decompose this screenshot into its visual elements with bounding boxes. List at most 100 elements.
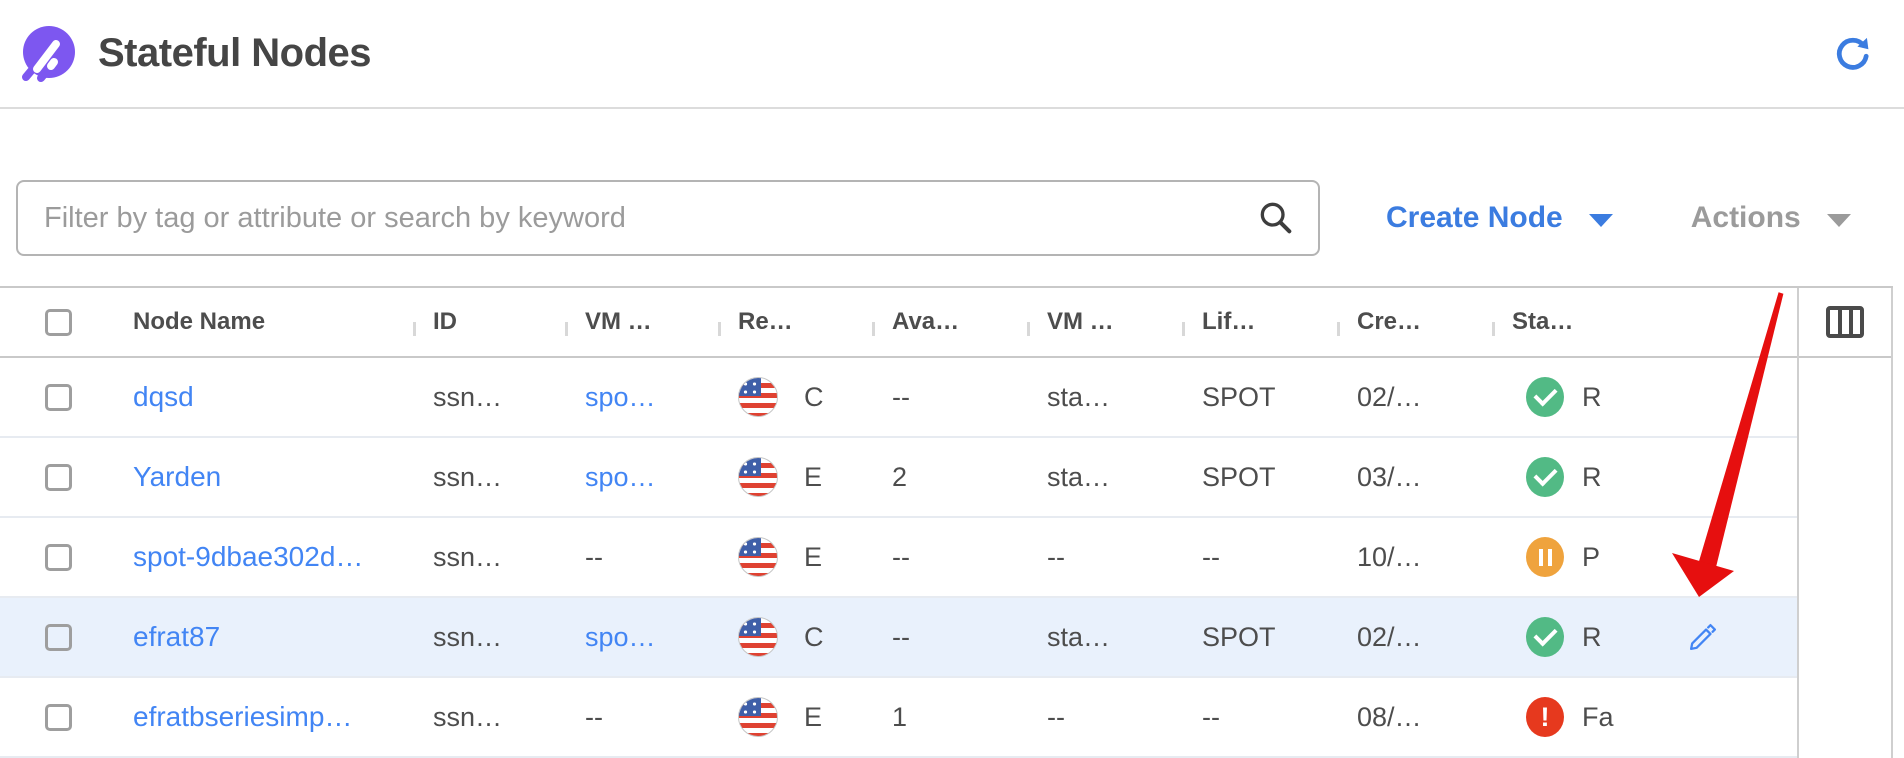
node-name-link[interactable]: efrat87 bbox=[133, 621, 220, 652]
column-header-node-name[interactable]: Node Name bbox=[117, 308, 413, 336]
availability-cell: -- bbox=[872, 542, 1027, 573]
vm-size-cell: sta… bbox=[1027, 462, 1182, 493]
node-name-link[interactable]: efratbseriesimp… bbox=[133, 701, 352, 732]
app-logo-icon bbox=[18, 25, 76, 83]
status-cell: R bbox=[1492, 457, 1647, 497]
filter-input[interactable] bbox=[16, 180, 1320, 256]
lifecycle-cell: SPOT bbox=[1182, 382, 1337, 413]
column-header-created[interactable]: Cre… bbox=[1337, 308, 1492, 336]
table-row[interactable]: Yarden ssn… spo… E 2 sta… SPOT 03/… R bbox=[0, 438, 1797, 518]
table-row[interactable]: efratbseriesimp… ssn… -- E 1 -- -- 08/… … bbox=[0, 678, 1797, 758]
created-cell: 08/… bbox=[1337, 702, 1492, 733]
columns-icon bbox=[1825, 304, 1865, 340]
node-id-cell: ssn… bbox=[413, 702, 565, 733]
filter-box bbox=[16, 180, 1320, 256]
us-flag-icon bbox=[738, 697, 778, 737]
status-cell: Fa bbox=[1492, 697, 1647, 737]
vm-name-link[interactable]: spo… bbox=[585, 622, 656, 652]
availability-cell: -- bbox=[872, 622, 1027, 653]
row-checkbox[interactable] bbox=[45, 544, 72, 571]
region-letter: E bbox=[804, 462, 822, 493]
vm-name-cell: -- bbox=[565, 542, 718, 573]
vm-name-link[interactable]: spo… bbox=[585, 382, 656, 412]
us-flag-icon bbox=[738, 617, 778, 657]
create-node-button[interactable]: Create Node bbox=[1386, 201, 1613, 235]
status-text: P bbox=[1582, 542, 1600, 573]
column-header-region[interactable]: Re… bbox=[718, 308, 872, 336]
status-cell: R bbox=[1492, 617, 1647, 657]
status-icon bbox=[1526, 697, 1564, 737]
column-header-lifecycle[interactable]: Lif… bbox=[1182, 308, 1337, 336]
vm-name-cell: spo… bbox=[565, 622, 718, 653]
region-letter: C bbox=[804, 382, 824, 413]
select-all-checkbox[interactable] bbox=[45, 309, 72, 336]
us-flag-icon bbox=[738, 457, 778, 497]
region-cell: C bbox=[718, 377, 872, 417]
chevron-down-icon bbox=[1827, 214, 1851, 227]
lifecycle-cell: SPOT bbox=[1182, 462, 1337, 493]
edit-node-button[interactable] bbox=[1687, 621, 1719, 653]
region-cell: E bbox=[718, 457, 872, 497]
status-icon bbox=[1526, 617, 1564, 657]
node-id-cell: ssn… bbox=[413, 622, 565, 653]
create-node-label: Create Node bbox=[1386, 201, 1563, 235]
availability-cell: 2 bbox=[872, 462, 1027, 493]
status-icon bbox=[1526, 457, 1564, 497]
availability-cell: 1 bbox=[872, 702, 1027, 733]
node-name-cell: efratbseriesimp… bbox=[117, 701, 413, 733]
status-icon bbox=[1526, 377, 1564, 417]
table-header-row: Node Name ID VM … Re… Ava… VM … Lif… Cre… bbox=[0, 288, 1797, 358]
page-header: Stateful Nodes bbox=[0, 0, 1904, 109]
region-cell: E bbox=[718, 537, 872, 577]
vm-size-cell: sta… bbox=[1027, 382, 1182, 413]
node-name-link[interactable]: Yarden bbox=[133, 461, 221, 492]
pencil-icon bbox=[1687, 621, 1719, 653]
status-cell: R bbox=[1492, 377, 1647, 417]
vm-name-cell: spo… bbox=[565, 462, 718, 493]
column-settings-button[interactable] bbox=[1825, 304, 1865, 340]
node-id-cell: ssn… bbox=[413, 462, 565, 493]
search-icon[interactable] bbox=[1256, 198, 1296, 238]
column-header-availability[interactable]: Ava… bbox=[872, 308, 1027, 336]
column-header-id[interactable]: ID bbox=[413, 308, 565, 336]
region-cell: E bbox=[718, 697, 872, 737]
region-cell: C bbox=[718, 617, 872, 657]
us-flag-icon bbox=[738, 377, 778, 417]
vm-name-link[interactable]: -- bbox=[585, 542, 603, 572]
refresh-icon bbox=[1831, 32, 1875, 76]
column-header-status[interactable]: Sta… bbox=[1492, 308, 1647, 336]
node-id-cell: ssn… bbox=[413, 542, 565, 573]
actions-button[interactable]: Actions bbox=[1691, 201, 1851, 235]
refresh-button[interactable] bbox=[1830, 31, 1876, 77]
node-name-link[interactable]: dqsd bbox=[133, 381, 194, 412]
actions-label: Actions bbox=[1691, 201, 1801, 235]
availability-cell: -- bbox=[872, 382, 1027, 413]
region-letter: C bbox=[804, 622, 824, 653]
row-actions-cell bbox=[1647, 621, 1797, 653]
column-header-vm-1[interactable]: VM … bbox=[565, 308, 718, 336]
vm-name-cell: -- bbox=[565, 702, 718, 733]
vm-size-cell: -- bbox=[1027, 702, 1182, 733]
row-checkbox[interactable] bbox=[45, 704, 72, 731]
vm-name-link[interactable]: -- bbox=[585, 702, 603, 732]
nodes-table: Node Name ID VM … Re… Ava… VM … Lif… Cre… bbox=[0, 286, 1893, 758]
vm-name-link[interactable]: spo… bbox=[585, 462, 656, 492]
status-text: Fa bbox=[1582, 702, 1614, 733]
toolbar: Create Node Actions bbox=[16, 180, 1904, 256]
status-icon bbox=[1526, 537, 1564, 577]
row-checkbox[interactable] bbox=[45, 624, 72, 651]
table-body: dqsd ssn… spo… C -- sta… SPOT 02/… R bbox=[0, 358, 1797, 758]
table-row[interactable]: spot-9dbae302d… ssn… -- E -- -- -- 10/… … bbox=[0, 518, 1797, 598]
table-row[interactable]: dqsd ssn… spo… C -- sta… SPOT 02/… R bbox=[0, 358, 1797, 438]
node-name-cell: spot-9dbae302d… bbox=[117, 541, 413, 573]
status-text: R bbox=[1582, 382, 1602, 413]
table-row[interactable]: efrat87 ssn… spo… C -- sta… SPOT 02/… R bbox=[0, 598, 1797, 678]
row-checkbox[interactable] bbox=[45, 384, 72, 411]
column-header-vm-2[interactable]: VM … bbox=[1027, 308, 1182, 336]
chevron-down-icon bbox=[1589, 214, 1613, 227]
created-cell: 03/… bbox=[1337, 462, 1492, 493]
lifecycle-cell: -- bbox=[1182, 702, 1337, 733]
row-checkbox[interactable] bbox=[45, 464, 72, 491]
node-name-link[interactable]: spot-9dbae302d… bbox=[133, 541, 363, 572]
region-letter: E bbox=[804, 702, 822, 733]
